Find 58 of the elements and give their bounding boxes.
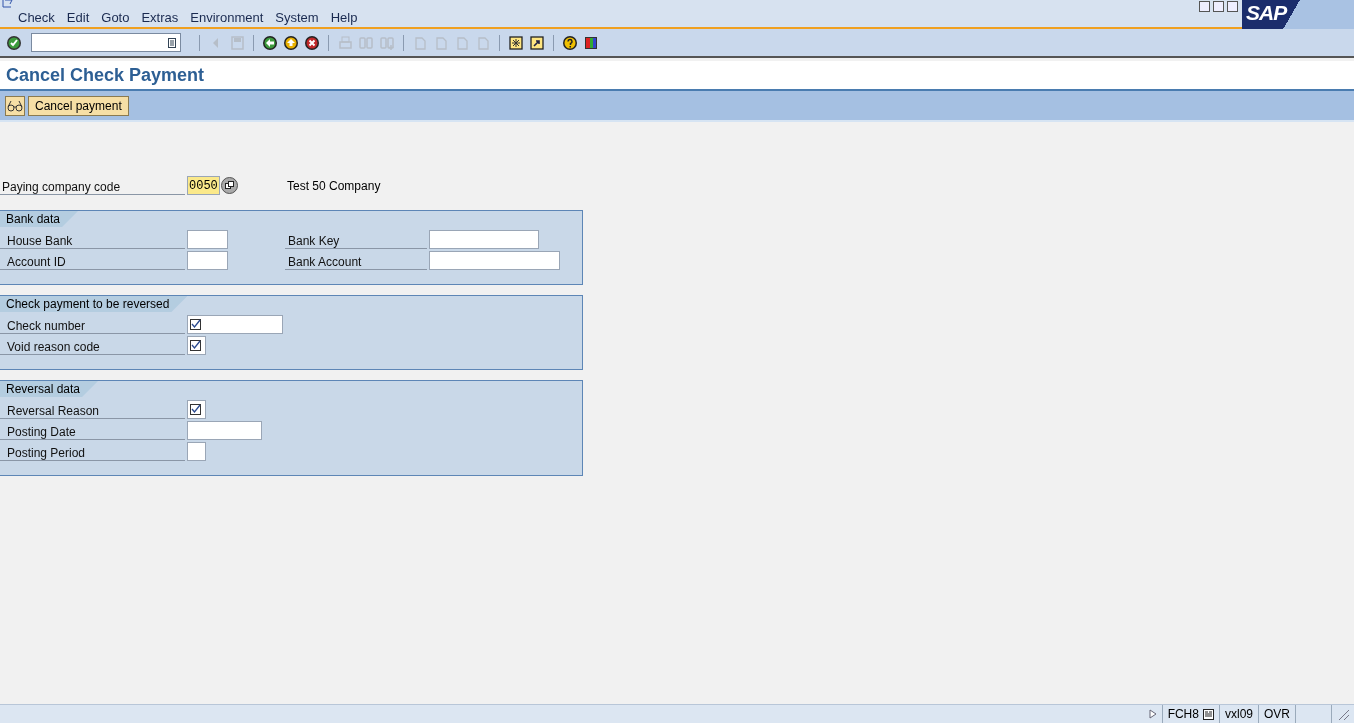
field-label: Bank Account: [285, 251, 427, 270]
server-name: vxl09: [1218, 705, 1258, 723]
transaction-code: FCH8: [1167, 707, 1199, 721]
group-title: Reversal data: [0, 381, 99, 397]
list-icon[interactable]: [1202, 708, 1214, 720]
expand-icon[interactable]: [1148, 709, 1157, 719]
field-label: Bank Key: [285, 230, 427, 249]
input-field[interactable]: [187, 400, 206, 419]
field-label: Check number: [0, 315, 185, 334]
enter-icon[interactable]: [6, 34, 22, 51]
field-label: Posting Period: [0, 442, 185, 461]
resize-grip-icon[interactable]: [1337, 708, 1349, 720]
new-window-icon[interactable]: [508, 34, 524, 51]
cancel-payment-button[interactable]: Cancel payment: [28, 95, 129, 116]
input-field[interactable]: [187, 230, 228, 249]
display-button[interactable]: [5, 95, 25, 116]
field-label: Account ID: [0, 251, 185, 270]
group-title: Bank data: [0, 211, 79, 227]
field-label: House Bank: [0, 230, 185, 249]
layout-icon[interactable]: [583, 34, 599, 51]
value-help-button[interactable]: [221, 177, 238, 194]
required-icon: [190, 404, 201, 415]
insert-mode: OVR: [1258, 705, 1295, 723]
menu-item[interactable]: Goto: [95, 10, 136, 27]
input-field[interactable]: [187, 442, 206, 461]
field-label: Reversal Reason: [0, 400, 185, 419]
menu-item[interactable]: Check: [12, 10, 61, 27]
glasses-icon: [7, 99, 23, 112]
exit-icon[interactable]: [283, 34, 299, 51]
list-icon[interactable]: [168, 37, 176, 48]
input-field[interactable]: [187, 315, 283, 334]
sap-logo: SAP: [1242, 0, 1354, 29]
window-icon[interactable]: [2, 0, 14, 8]
input-field[interactable]: [429, 230, 539, 249]
group-title: Check payment to be reversed: [0, 296, 188, 312]
menu-item[interactable]: Extras: [135, 10, 185, 27]
menu-item[interactable]: Help: [324, 10, 364, 27]
menu-item[interactable]: Edit: [60, 10, 96, 27]
cancel-icon[interactable]: [304, 34, 320, 51]
field-label: Void reason code: [0, 336, 185, 355]
input-field[interactable]: [187, 251, 228, 270]
back-icon[interactable]: [262, 34, 278, 51]
company-name: Test 50 Company: [287, 178, 381, 193]
input-field[interactable]: 0050: [187, 176, 220, 195]
field-label: Paying company code: [0, 176, 185, 195]
windows-icon: [225, 181, 234, 190]
shortcut-icon[interactable]: [529, 34, 545, 51]
input-field[interactable]: [187, 421, 262, 440]
menu-item[interactable]: System: [269, 10, 325, 27]
page-title: Cancel Check Payment: [6, 64, 205, 86]
help-icon[interactable]: [562, 34, 578, 51]
menu-item[interactable]: Environment: [184, 10, 270, 27]
required-icon: [190, 319, 201, 330]
field-label: Posting Date: [0, 421, 185, 440]
input-field[interactable]: [187, 336, 206, 355]
required-icon: [190, 340, 201, 351]
command-field[interactable]: [31, 33, 181, 52]
input-field[interactable]: [429, 251, 560, 270]
